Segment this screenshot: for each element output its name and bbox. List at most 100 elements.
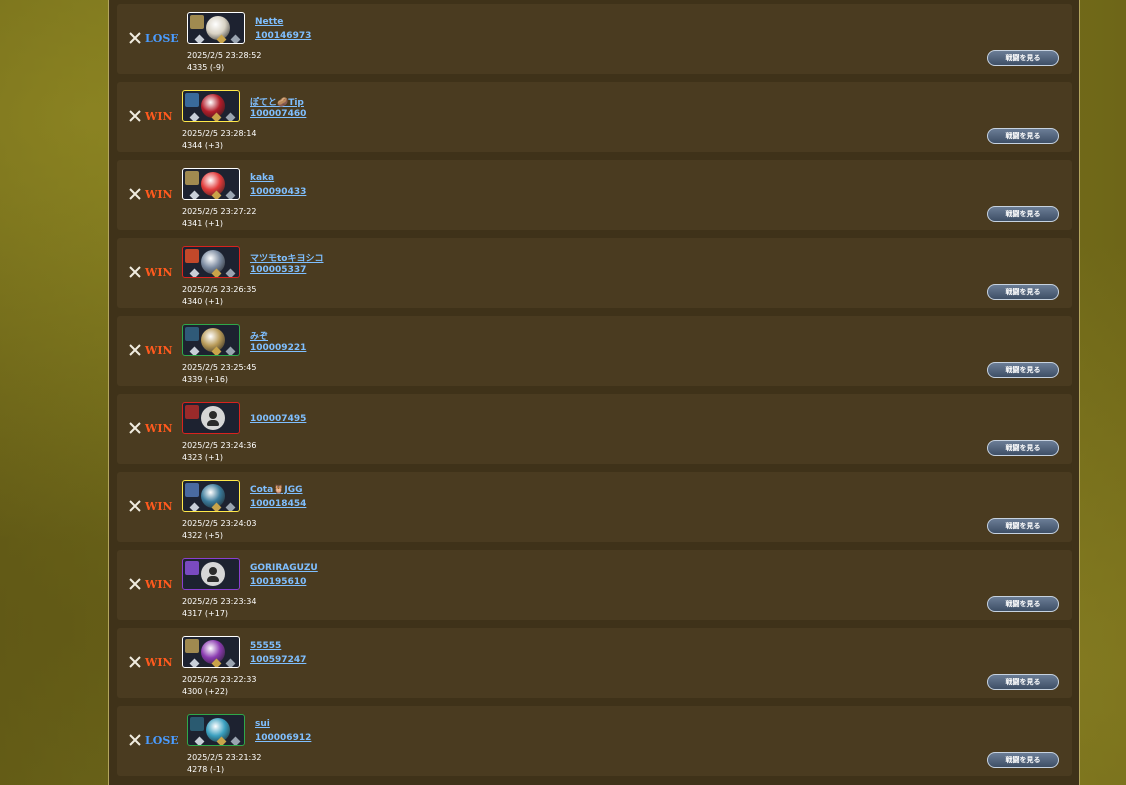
player-name-link[interactable]: ぽてと🥔Tip [250, 95, 304, 108]
gem-icon [225, 658, 236, 667]
view-battle-button[interactable]: 戦闘を見る [987, 284, 1059, 300]
player-id-link[interactable]: 100006912 [255, 733, 311, 743]
battle-row: WIN kaka 100090433 2025/2/5 23:27:22 434… [117, 160, 1072, 230]
battle-datetime: 2025/2/5 23:22:33 [182, 675, 257, 684]
result-indicator: WIN [129, 265, 173, 279]
leader-monster-icon [185, 249, 199, 263]
battle-history-panel: LOSE Nette 100146973 2025/2/5 23:28:52 4… [108, 0, 1080, 785]
result-indicator: WIN [129, 655, 173, 669]
gem-icon [189, 346, 200, 355]
gem-icon [225, 268, 236, 277]
view-battle-button[interactable]: 戦闘を見る [987, 206, 1059, 222]
gem-icon [230, 736, 241, 745]
battle-row: LOSE sui 100006912 2025/2/5 23:21:32 427… [117, 706, 1072, 776]
battle-row: WIN GORIRAGUZU 100195610 2025/2/5 23:23:… [117, 550, 1072, 620]
rating-change: 4340 (+1) [182, 297, 223, 306]
result-label: WIN [145, 343, 173, 357]
leader-monster-icon [185, 639, 199, 653]
result-indicator: WIN [129, 499, 173, 513]
crossed-swords-icon [129, 500, 141, 512]
gem-icon [225, 190, 236, 199]
battle-row: WIN Cota🦉JGG 100018454 2025/2/5 23:24:03… [117, 472, 1072, 542]
player-name-link[interactable]: sui [255, 719, 270, 729]
battle-datetime: 2025/2/5 23:21:32 [187, 753, 262, 762]
crossed-swords-icon [129, 266, 141, 278]
view-battle-button[interactable]: 戦闘を見る [987, 440, 1059, 456]
battle-row: WIN 55555 100597247 2025/2/5 23:22:33 43… [117, 628, 1072, 698]
player-name-link[interactable]: kaka [250, 173, 274, 183]
rating-change: 4317 (+17) [182, 609, 229, 618]
leader-monster-icon [185, 483, 199, 497]
view-battle-button[interactable]: 戦闘を見る [987, 128, 1059, 144]
leader-monster-icon [185, 171, 199, 185]
gem-icon [189, 190, 200, 199]
player-id-link[interactable]: 100597247 [250, 655, 306, 665]
battle-row: WIN 100007495 2025/2/5 23:24:36 4323 (+1… [117, 394, 1072, 464]
battle-datetime: 2025/2/5 23:26:35 [182, 285, 257, 294]
view-battle-button[interactable]: 戦闘を見る [987, 596, 1059, 612]
player-avatar [187, 12, 245, 44]
crossed-swords-icon [129, 734, 141, 746]
result-label: WIN [145, 499, 173, 513]
player-id-link[interactable]: 100007495 [250, 414, 306, 424]
view-battle-button[interactable]: 戦闘を見る [987, 518, 1059, 534]
result-label: WIN [145, 655, 173, 669]
player-name-link[interactable]: GORIRAGUZU [250, 563, 318, 573]
player-avatar [187, 714, 245, 746]
crossed-swords-icon [129, 656, 141, 668]
battle-datetime: 2025/2/5 23:24:03 [182, 519, 257, 528]
gem-icon [194, 34, 205, 43]
gem-icon [230, 34, 241, 43]
rating-change: 4323 (+1) [182, 453, 223, 462]
gem-icon [189, 112, 200, 121]
player-id-link[interactable]: 100146973 [255, 31, 311, 41]
crossed-swords-icon [129, 32, 141, 44]
player-name-link[interactable]: みぞ [250, 329, 268, 342]
result-label: LOSE [145, 733, 179, 747]
player-id-link[interactable]: 100090433 [250, 187, 306, 197]
rating-change: 4278 (-1) [187, 765, 225, 774]
rating-change: 4322 (+5) [182, 531, 223, 540]
crossed-swords-icon [129, 422, 141, 434]
player-name-link[interactable]: 55555 [250, 641, 281, 651]
result-indicator: WIN [129, 421, 173, 435]
player-avatar [182, 558, 240, 590]
gem-icon [189, 502, 200, 511]
player-id-link[interactable]: 100018454 [250, 499, 306, 509]
result-label: WIN [145, 265, 173, 279]
result-label: LOSE [145, 31, 179, 45]
battle-row: LOSE Nette 100146973 2025/2/5 23:28:52 4… [117, 4, 1072, 74]
rating-change: 4341 (+1) [182, 219, 223, 228]
crossed-swords-icon [129, 578, 141, 590]
rating-change: 4335 (-9) [187, 63, 225, 72]
battle-datetime: 2025/2/5 23:27:22 [182, 207, 257, 216]
result-label: WIN [145, 577, 173, 591]
battle-datetime: 2025/2/5 23:25:45 [182, 363, 257, 372]
gem-icon [225, 346, 236, 355]
crossed-swords-icon [129, 110, 141, 122]
player-id-link[interactable]: 100007460 [250, 109, 306, 119]
view-battle-button[interactable]: 戦闘を見る [987, 362, 1059, 378]
player-id-link[interactable]: 100009221 [250, 343, 306, 353]
view-battle-button[interactable]: 戦闘を見る [987, 752, 1059, 768]
player-name-link[interactable]: Cota🦉JGG [250, 485, 303, 495]
result-indicator: LOSE [129, 31, 179, 45]
rating-change: 4300 (+22) [182, 687, 229, 696]
player-avatar [182, 168, 240, 200]
player-avatar [182, 402, 240, 434]
result-label: WIN [145, 109, 173, 123]
battle-datetime: 2025/2/5 23:28:52 [187, 51, 262, 60]
player-name-link[interactable]: Nette [255, 17, 283, 27]
battle-datetime: 2025/2/5 23:24:36 [182, 441, 257, 450]
leader-monster-icon [185, 405, 199, 419]
result-indicator: LOSE [129, 733, 179, 747]
rating-change: 4339 (+16) [182, 375, 229, 384]
player-id-link[interactable]: 100005337 [250, 265, 306, 275]
player-avatar [182, 480, 240, 512]
rating-change: 4344 (+3) [182, 141, 223, 150]
view-battle-button[interactable]: 戦闘を見る [987, 674, 1059, 690]
leader-monster-icon [190, 717, 204, 731]
player-name-link[interactable]: マツモtoキヨシコ [250, 251, 324, 264]
player-id-link[interactable]: 100195610 [250, 577, 306, 587]
view-battle-button[interactable]: 戦闘を見る [987, 50, 1059, 66]
